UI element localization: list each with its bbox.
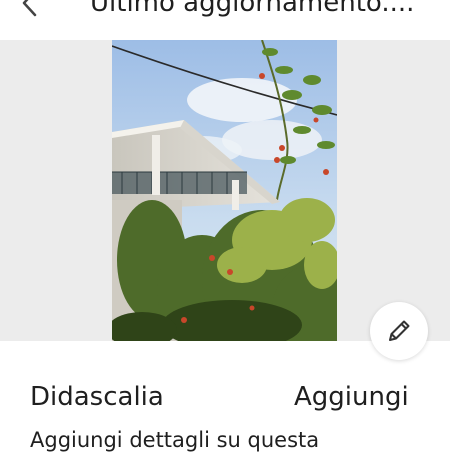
house-photo-image — [112, 40, 337, 341]
page-title: Ultimo aggiornamento.... — [90, 0, 415, 18]
caption-label: Didascalia — [30, 382, 164, 412]
add-caption-button[interactable]: Aggiungi — [294, 380, 409, 414]
back-button[interactable] — [14, 0, 48, 20]
edit-photo-button[interactable] — [370, 302, 428, 360]
chevron-left-icon — [22, 0, 37, 17]
house-photo[interactable] — [112, 40, 337, 341]
top-app-bar: Ultimo aggiornamento.... — [0, 0, 450, 40]
pencil-icon — [389, 320, 410, 341]
photo-preview-area — [0, 40, 450, 360]
